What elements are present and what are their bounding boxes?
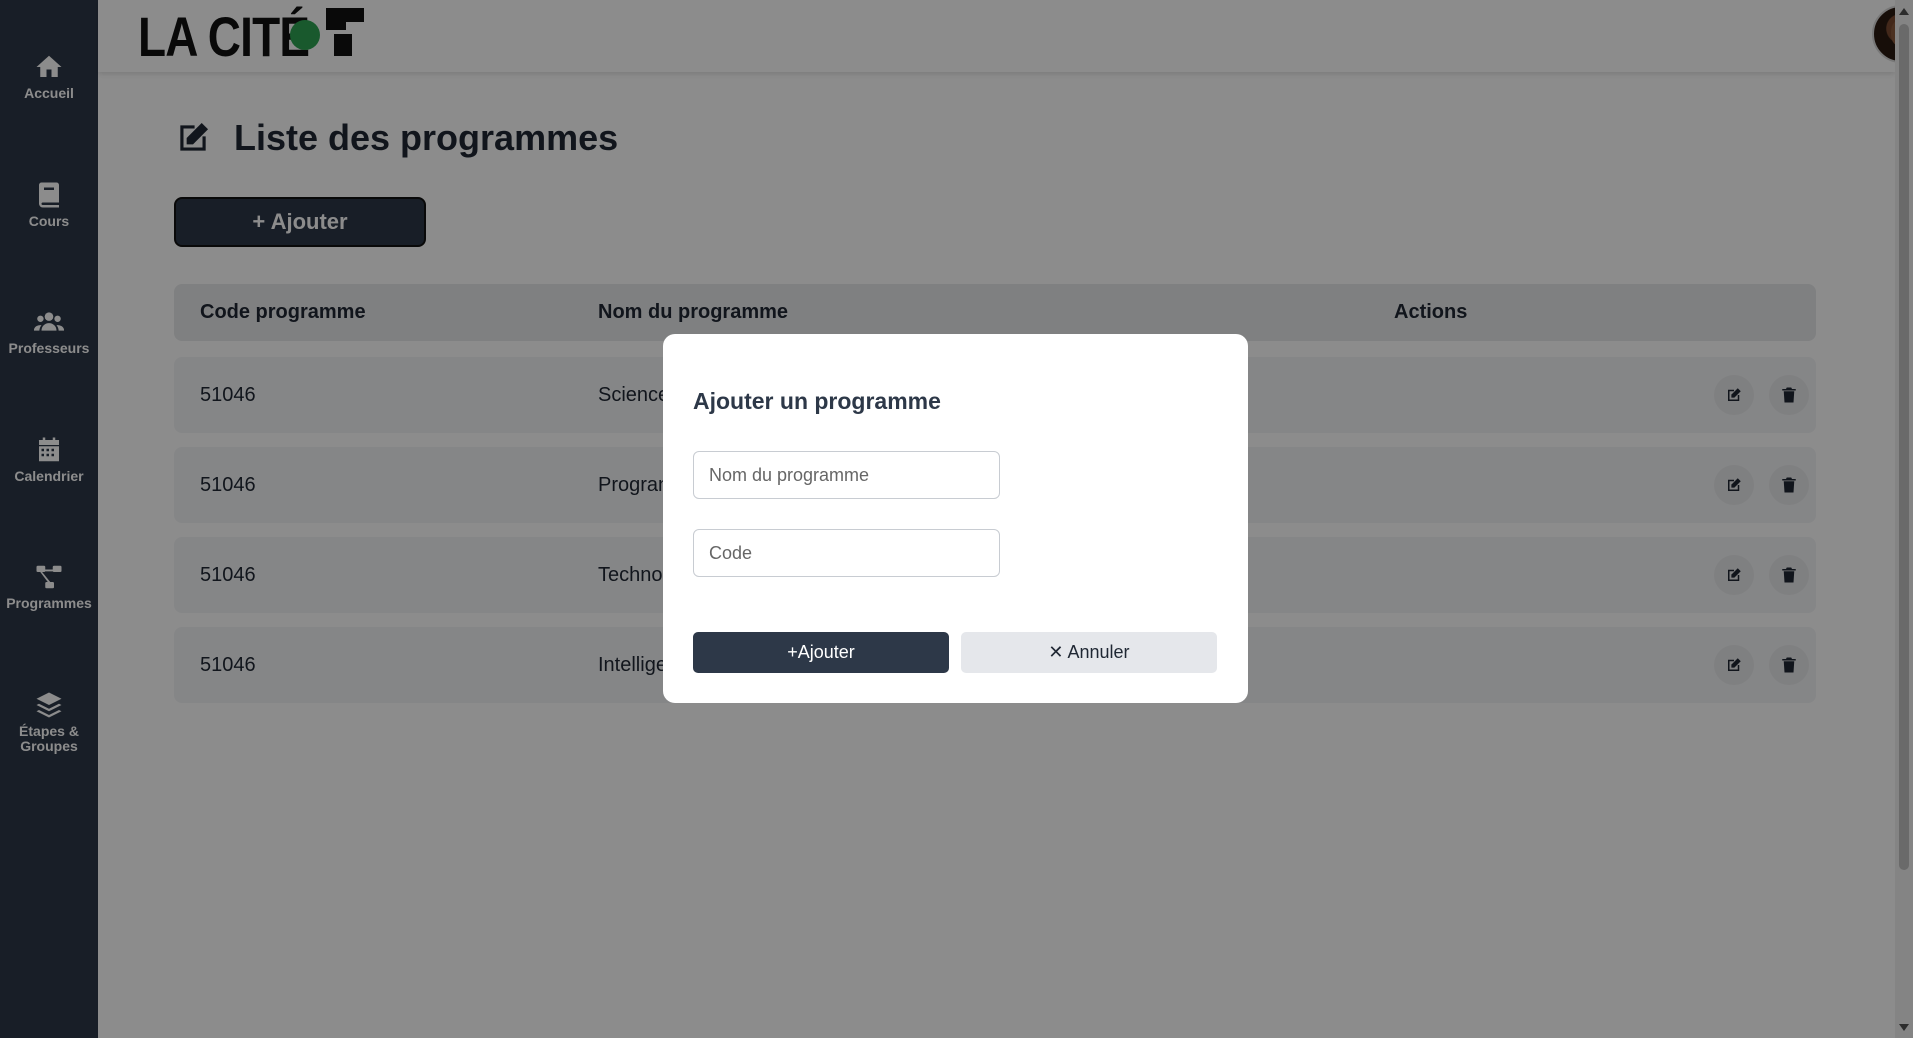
add-program-dialog: Ajouter un programme +Ajouter ✕ Annuler <box>663 334 1248 703</box>
program-code-input[interactable] <box>693 529 1000 577</box>
submit-add-button[interactable]: +Ajouter <box>693 632 949 673</box>
dialog-title: Ajouter un programme <box>693 388 941 414</box>
cancel-button[interactable]: ✕ Annuler <box>961 632 1217 673</box>
program-name-input[interactable] <box>693 451 1000 499</box>
